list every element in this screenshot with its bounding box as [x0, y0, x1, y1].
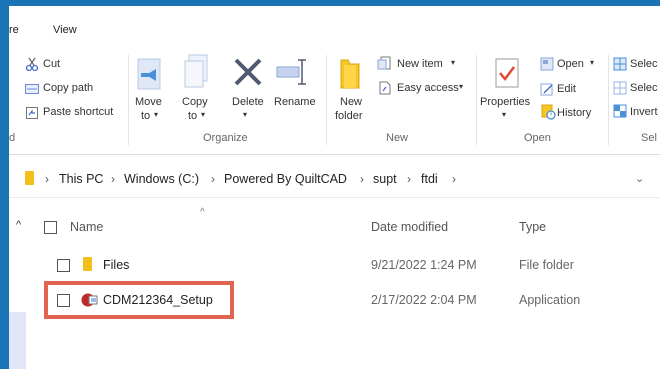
breadcrumb-ftdi[interactable]: ftdi [421, 172, 438, 186]
group-label-clipboard: d [9, 132, 16, 144]
ribbon-separator [608, 55, 609, 145]
window-frame-top [0, 0, 660, 6]
select-none-button[interactable]: Selec [630, 82, 658, 94]
select-all-checkbox[interactable] [44, 221, 57, 234]
nav-collapse-icon[interactable]: ^ [16, 219, 21, 231]
breadcrumb-this-pc[interactable]: This PC [59, 172, 103, 186]
group-label-select: Sel [641, 132, 657, 144]
edit-button[interactable]: Edit [557, 83, 576, 95]
column-header-date-modified[interactable]: Date modified [371, 220, 448, 234]
easy-access-button[interactable]: Easy access [397, 82, 459, 94]
delete-icon [234, 58, 262, 86]
copy-to-icon [184, 54, 208, 88]
breadcrumb-powered-by-quiltcad[interactable]: Powered By QuiltCAD [224, 172, 347, 186]
copy-to-button[interactable]: Copy [182, 96, 208, 108]
sort-ascending-icon: ^ [200, 207, 205, 218]
copy-path-button[interactable]: Copy path [43, 82, 93, 94]
new-folder-button[interactable]: New [340, 96, 362, 108]
new-item-icon [377, 56, 391, 70]
breadcrumb-separator-icon[interactable]: › [211, 172, 215, 186]
group-label-organize: Organize [203, 132, 248, 144]
move-to-label-2: to [141, 110, 151, 122]
copy-to-label-2: to [188, 110, 198, 122]
invert-selection-button[interactable]: Invert [630, 106, 658, 118]
open-dropdown-arrow[interactable]: ▾ [590, 58, 594, 67]
breadcrumb-supt[interactable]: supt [373, 172, 397, 186]
new-folder-icon [340, 59, 360, 89]
breadcrumb-separator-icon[interactable]: › [407, 172, 411, 186]
tab-view[interactable]: View [53, 24, 77, 36]
breadcrumb-separator-icon[interactable]: › [360, 172, 364, 186]
move-to-icon [137, 58, 161, 90]
open-button[interactable]: Open [557, 58, 584, 70]
breadcrumb-separator-icon[interactable]: › [452, 172, 456, 186]
file-type: Application [519, 293, 581, 307]
copy-path-icon [25, 84, 39, 94]
breadcrumb-windows-c[interactable]: Windows (C:) [124, 172, 199, 186]
delete-button[interactable]: Delete [232, 96, 264, 108]
cut-button[interactable]: Cut [43, 58, 60, 70]
new-item-button[interactable]: New item [397, 58, 443, 70]
highlight-annotation-box [44, 281, 234, 319]
new-item-dropdown-arrow[interactable]: ▾ [451, 58, 455, 67]
rename-icon [276, 59, 306, 85]
file-name: Files [103, 258, 130, 272]
new-folder-label-2: folder [335, 110, 363, 122]
rename-button[interactable]: Rename [274, 96, 316, 108]
move-to-dropdown-arrow[interactable]: ▾ [154, 110, 158, 119]
easy-access-icon [379, 81, 391, 95]
navigation-pane-selected-item[interactable] [9, 312, 26, 369]
tab-share[interactable]: re [9, 24, 19, 36]
folder-icon [25, 171, 34, 185]
column-header-name[interactable]: Name [70, 220, 103, 234]
move-to-button[interactable]: Move [135, 96, 162, 108]
paste-shortcut-icon [26, 107, 38, 119]
select-all-icon [613, 57, 627, 71]
ribbon-separator [326, 55, 327, 145]
folder-icon [83, 257, 92, 271]
history-icon [541, 104, 556, 120]
ribbon-separator [128, 55, 129, 145]
group-label-new: New [386, 132, 409, 144]
delete-dropdown-arrow[interactable]: ▾ [243, 110, 247, 119]
history-button[interactable]: History [557, 107, 591, 119]
ribbon-separator [476, 55, 477, 145]
open-icon [540, 57, 554, 71]
properties-icon [495, 58, 519, 88]
select-all-button[interactable]: Selec [630, 58, 658, 70]
invert-selection-icon [613, 104, 627, 118]
select-none-icon [613, 81, 627, 95]
copy-to-dropdown-arrow[interactable]: ▾ [201, 110, 205, 119]
file-date-modified: 9/21/2022 1:24 PM [371, 258, 477, 272]
address-history-dropdown-icon[interactable]: ⌄ [635, 172, 644, 185]
window-frame-left [0, 0, 9, 369]
breadcrumb-separator-icon[interactable]: › [45, 172, 49, 186]
paste-shortcut-button[interactable]: Paste shortcut [43, 106, 113, 118]
properties-dropdown-arrow[interactable]: ▾ [502, 110, 506, 119]
properties-button[interactable]: Properties [480, 96, 530, 108]
edit-icon [540, 83, 553, 96]
row-checkbox[interactable] [57, 259, 70, 272]
breadcrumb-separator-icon[interactable]: › [111, 172, 115, 186]
easy-access-dropdown-arrow[interactable]: ▾ [459, 82, 463, 91]
column-header-type[interactable]: Type [519, 220, 546, 234]
cut-icon [26, 57, 38, 71]
group-label-open: Open [524, 132, 551, 144]
file-date-modified: 2/17/2022 2:04 PM [371, 293, 477, 307]
file-type: File folder [519, 258, 574, 272]
